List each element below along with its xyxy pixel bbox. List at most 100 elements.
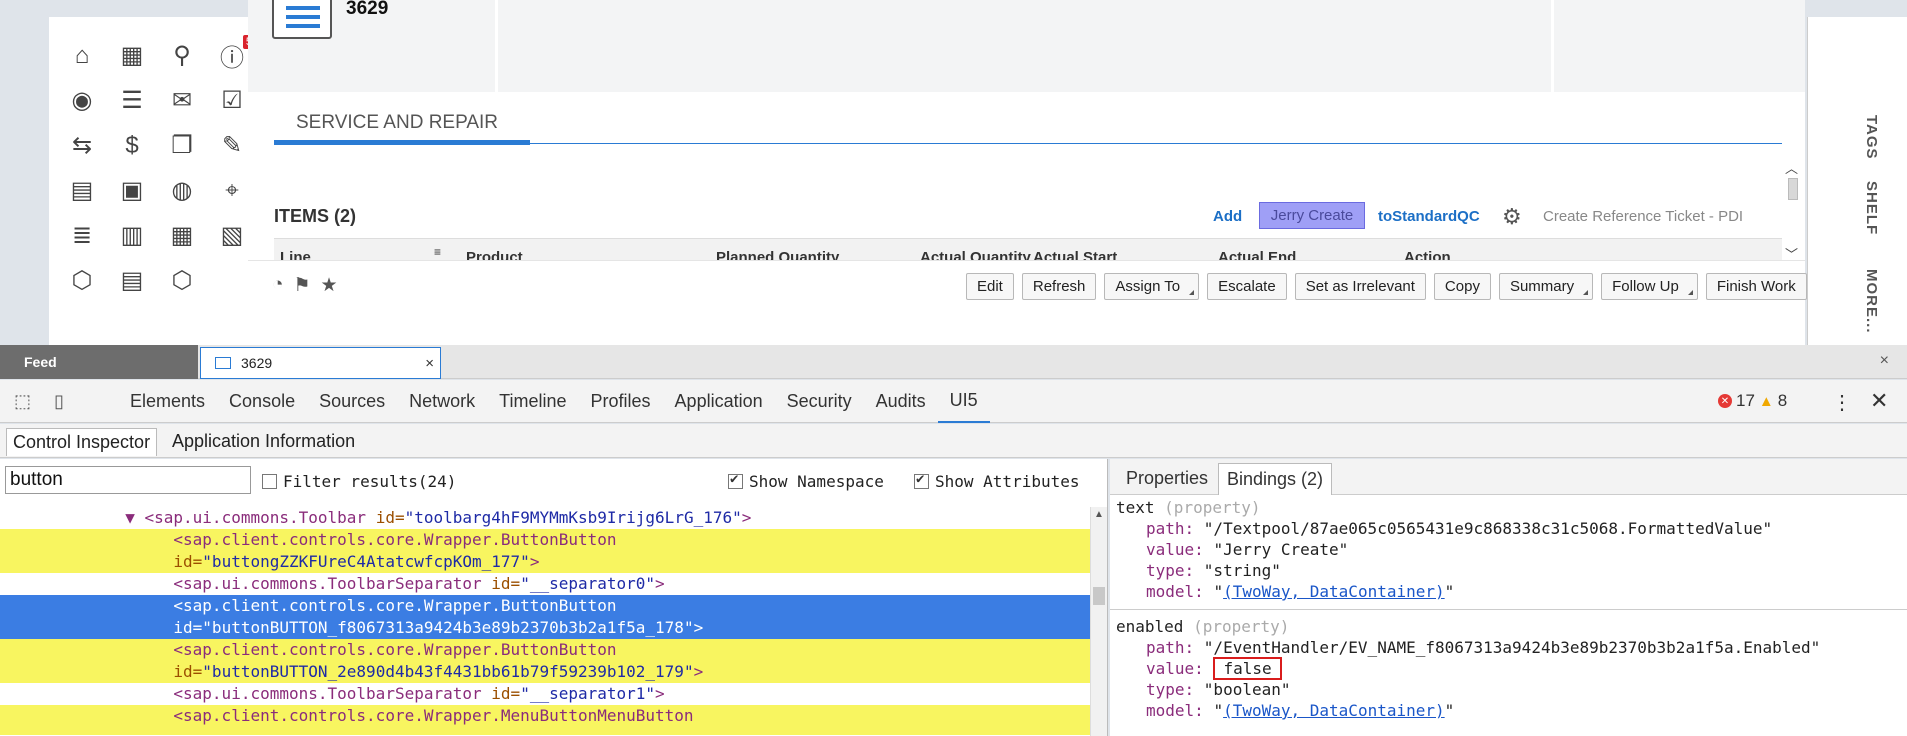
chevron-up-icon[interactable]: ︿ [1785,158,1798,177]
tree-node-button[interactable]: <sap.client.controls.core.Wrapper.Button… [0,639,1090,683]
tab-application[interactable]: Application [663,380,775,423]
column-actual-quantity[interactable]: Actual Quantity [920,249,1031,260]
device-mode-icon[interactable]: ▯ [54,391,64,412]
tab-security[interactable]: Security [775,380,864,423]
tree-node-toolbar[interactable]: ▼ <sap.ui.commons.Toolbar id="toolbarg4h… [0,507,1090,529]
copy-button[interactable]: Copy [1433,273,1491,300]
binding-model-link[interactable]: (TwoWay, DataContainer) [1223,701,1445,720]
add-button[interactable]: Add [1213,208,1242,225]
tab-service-and-repair[interactable]: SERVICE AND REPAIR [274,112,530,145]
filter-row: Filter results(24) Show Namespace Show A… [0,463,1107,497]
escalate-button[interactable]: Escalate [1207,273,1287,300]
tree-node-menu-button[interactable]: <sap.client.controls.core.Wrapper.MenuBu… [0,705,1090,735]
tree-scrollbar[interactable]: ▲ [1090,507,1107,736]
ticket-footer: ◔ ⚑ ★ Edit Refresh Assign To Escalate Se… [248,260,1807,310]
filter-input[interactable] [5,466,251,494]
mail-icon[interactable]: ✉ [157,78,207,123]
star-icon[interactable]: ★ [321,274,338,297]
tab-audits[interactable]: Audits [864,380,938,423]
tree-scroll-thumb[interactable] [1093,587,1105,605]
filter-results-checkbox[interactable]: Filter results(24) [262,472,456,491]
product-icon[interactable]: ⬡ [57,258,107,303]
close-tab-icon[interactable]: × [425,355,434,372]
refresh-button[interactable]: Refresh [1021,273,1097,300]
ticket-window-tab[interactable]: 3629 × [200,347,441,379]
list-icon[interactable]: ≣ [57,213,107,258]
tab-ui5[interactable]: UI5 [937,380,990,423]
show-namespace-checkbox[interactable]: Show Namespace [728,471,884,491]
tab-console[interactable]: Console [217,380,307,423]
console-counts[interactable]: ✕ 17 ▲ 8 [1718,391,1787,411]
ticket-document-icon [272,0,332,39]
assign-to-button[interactable]: Assign To [1104,273,1200,300]
flag-icon[interactable]: ⚑ [293,274,310,297]
edit-button[interactable]: Edit [966,273,1014,300]
tree-node-button-selected[interactable]: <sap.client.controls.core.Wrapper.Button… [0,595,1090,639]
money-transfer-icon[interactable]: ⇆ [57,123,107,168]
items-scrollbar[interactable] [1788,178,1798,200]
tab-network[interactable]: Network [397,380,487,423]
ticket-number: 3629 [346,0,389,19]
calendar-14-icon[interactable]: ▦ [107,33,157,78]
tab-application-information[interactable]: Application Information [166,428,361,456]
tab-sources[interactable]: Sources [307,380,397,423]
person-icon[interactable]: ◉ [57,78,107,123]
column-planned-quantity[interactable]: Planned Quantity [716,249,839,260]
jerry-create-button[interactable]: Jerry Create [1259,202,1365,229]
expand-arrow-icon[interactable]: ▼ [0,508,145,527]
set-as-irrelevant-button[interactable]: Set as Irrelevant [1294,273,1426,300]
document-icon [215,357,231,369]
create-reference-ticket-button[interactable]: Create Reference Ticket - PDI [1543,208,1743,225]
column-product[interactable]: Product [466,249,523,260]
scroll-up-icon[interactable]: ▲ [1094,509,1104,520]
table-icon[interactable]: ▦ [157,213,207,258]
more-tab[interactable]: MORE... [1820,269,1880,334]
calendar-icon[interactable]: ▥ [107,213,157,258]
search-icon[interactable]: ⚲ [157,33,207,78]
warning-count: 8 [1777,391,1788,410]
shelf-tab[interactable]: SHELF [1820,181,1880,235]
tab-timeline[interactable]: Timeline [487,380,578,423]
follow-up-button[interactable]: Follow Up [1601,273,1698,300]
home-icon[interactable]: ⌂ [57,33,107,78]
tab-underline [274,143,1782,144]
documents-icon[interactable]: ❐ [157,123,207,168]
summary-button[interactable]: Summary [1498,273,1594,300]
rss-icon[interactable]: ◔ [272,274,283,297]
bindings-pane: Properties Bindings (2) text (property) … [1110,459,1907,736]
column-menu-icon[interactable]: ≡ [434,245,441,259]
control-tree-pane: Filter results(24) Show Namespace Show A… [0,459,1108,736]
contacts-icon[interactable]: ☰ [107,78,157,123]
tree-node-separator[interactable]: <sap.ui.commons.ToolbarSeparator id="__s… [0,573,1090,595]
binding-model-link[interactable]: (TwoWay, DataContainer) [1223,582,1445,601]
feed-tab[interactable]: Feed [0,345,198,379]
column-actual-end[interactable]: Actual End [1218,249,1296,260]
dollar-icon[interactable]: $ [107,123,157,168]
gear-icon[interactable]: ⚙ [1502,204,1522,230]
tree-node-button[interactable]: <sap.client.controls.core.Wrapper.Button… [0,529,1090,573]
column-line[interactable]: Line [280,249,311,260]
more-options-icon[interactable]: ⋮ [1832,390,1852,415]
tab-control-inspector[interactable]: Control Inspector [6,428,158,456]
tree-node-separator[interactable]: <sap.ui.commons.ToolbarSeparator id="__s… [0,683,1090,705]
products-icon[interactable]: ⬡ [157,258,207,303]
show-attributes-checkbox[interactable]: Show Attributes [914,471,1080,491]
tab-properties[interactable]: Properties [1118,463,1216,495]
column-action[interactable]: Action [1404,249,1451,260]
finish-work-button[interactable]: Finish Work [1705,273,1807,300]
invoice-icon[interactable]: ▣ [107,168,157,213]
inspect-element-icon[interactable]: ⬚ [14,391,31,412]
to-standard-qc-button[interactable]: toStandardQC [1378,208,1480,225]
binding-path: "/Textpool/87ae065c0565431e9c868338c31c5… [1203,519,1773,538]
column-actual-start[interactable]: Actual Start [1033,249,1117,260]
tab-elements[interactable]: Elements [118,380,217,423]
close-devtools-icon[interactable]: ✕ [1870,388,1888,414]
tab-bindings[interactable]: Bindings (2) [1218,463,1333,495]
globe-icon[interactable]: ◍ [157,168,207,213]
tags-tab[interactable]: TAGS [1820,115,1880,160]
tab-profiles[interactable]: Profiles [579,380,663,423]
ledger-icon[interactable]: ▤ [57,168,107,213]
document-list-icon[interactable]: ▤ [107,258,157,303]
binding-value: "Jerry Create" [1213,540,1349,559]
close-all-icon[interactable]: × [1880,352,1889,370]
